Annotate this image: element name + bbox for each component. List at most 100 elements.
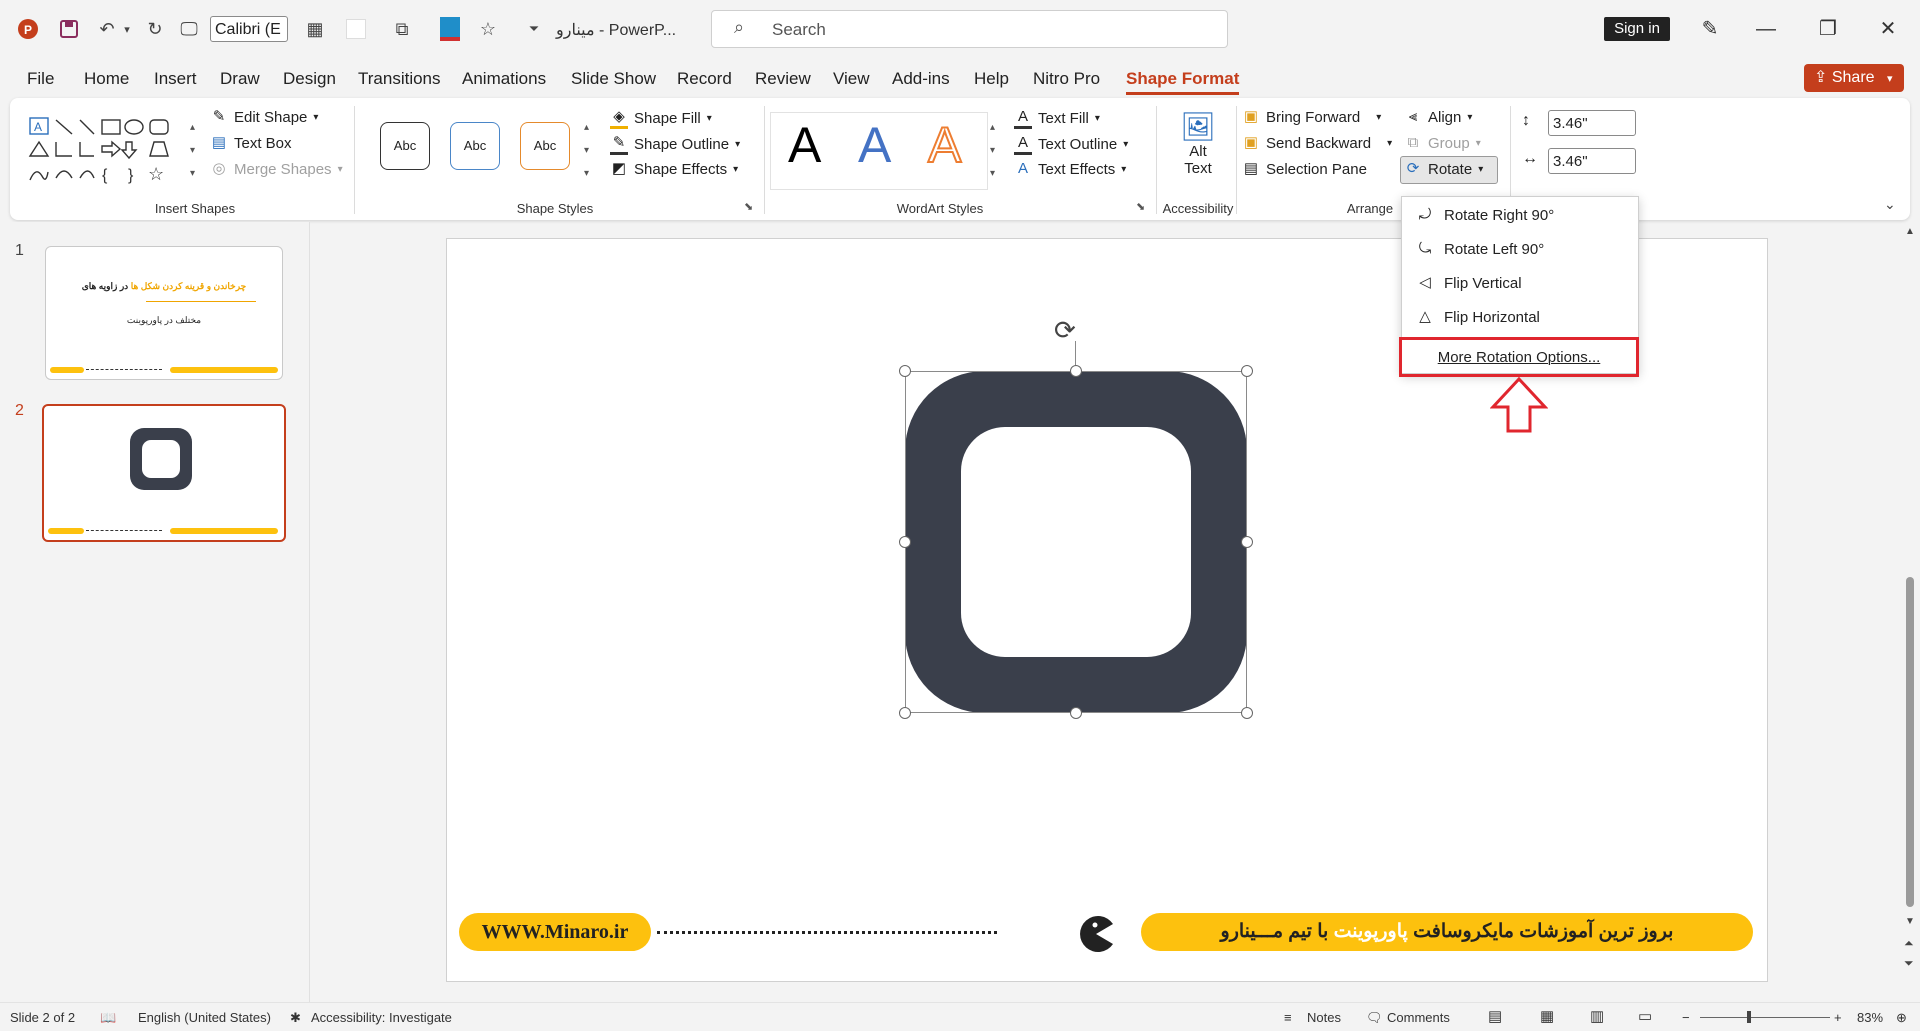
- merge-shapes-button[interactable]: ◎ Merge Shapes ▾: [210, 160, 342, 178]
- shapes-gallery[interactable]: A {} ☆: [28, 116, 188, 186]
- tab-help[interactable]: Help: [974, 69, 1009, 89]
- pen-icon[interactable]: ✎: [1690, 12, 1730, 46]
- shapes-icon[interactable]: ⧉: [388, 14, 416, 44]
- comments-icon[interactable]: 🗨: [1366, 1010, 1383, 1026]
- collapse-ribbon-icon[interactable]: ⌄: [1884, 196, 1896, 213]
- shape-style-2[interactable]: Abc: [450, 122, 500, 170]
- reading-view-icon[interactable]: ▥: [1590, 1007, 1604, 1025]
- normal-view-icon[interactable]: ▤: [1488, 1007, 1502, 1025]
- tab-draw[interactable]: Draw: [220, 69, 260, 89]
- tab-shape-format[interactable]: Shape Format: [1126, 69, 1240, 95]
- edit-shape-button[interactable]: ✎ Edit Shape ▾: [210, 108, 319, 126]
- tab-file[interactable]: File: [27, 69, 54, 89]
- zoom-slider-thumb[interactable]: [1747, 1011, 1751, 1023]
- shape-effects-button[interactable]: ◩ Shape Effects ▾: [610, 160, 738, 178]
- tab-nitro-pro[interactable]: Nitro Pro: [1033, 69, 1100, 89]
- shape-style-3[interactable]: Abc: [520, 122, 570, 170]
- close-icon[interactable]: ✕: [1868, 12, 1908, 46]
- fill-color-icon[interactable]: [434, 14, 466, 44]
- vertical-scrollbar[interactable]: ▲ ▼ ⏶ ⏷: [1900, 222, 1920, 1002]
- previous-slide-icon[interactable]: ⏶: [1904, 936, 1914, 951]
- menu-item-flip-vertical[interactable]: ◁ Flip Vertical: [1402, 267, 1638, 299]
- shape-outline-button[interactable]: ✎ Shape Outline ▾: [610, 134, 740, 155]
- shape-style-1[interactable]: Abc: [380, 122, 430, 170]
- resize-handle[interactable]: [899, 707, 911, 719]
- wordart-style-blue[interactable]: A: [858, 116, 891, 174]
- selection-pane-button[interactable]: ▤ Selection Pane: [1242, 160, 1367, 178]
- notes-icon[interactable]: ≡: [1284, 1010, 1292, 1025]
- rotation-handle-icon[interactable]: ⟳: [1054, 315, 1076, 346]
- rotate-button[interactable]: ⟳ Rotate ▾: [1404, 160, 1484, 178]
- menu-item-rotate-left[interactable]: ⤿ Rotate Left 90°: [1402, 233, 1638, 265]
- tab-transitions[interactable]: Transitions: [358, 69, 441, 89]
- resize-handle[interactable]: [1241, 707, 1253, 719]
- bring-forward-button[interactable]: ▣ Bring Forward ▾: [1242, 108, 1381, 126]
- resize-handle[interactable]: [1241, 365, 1253, 377]
- zoom-level[interactable]: 83%: [1857, 1010, 1883, 1025]
- shape-height-input[interactable]: 3.46": [1548, 110, 1636, 136]
- wordart-launcher-icon[interactable]: ⬊: [1136, 200, 1145, 213]
- resize-handle[interactable]: [1241, 536, 1253, 548]
- alt-text-button[interactable]: 🖼 Alt Text: [1166, 110, 1230, 177]
- tab-add-ins[interactable]: Add-ins: [892, 69, 950, 89]
- tab-animations[interactable]: Animations: [462, 69, 546, 89]
- present-icon[interactable]: 🖵: [174, 14, 204, 44]
- wordart-style-black[interactable]: A: [788, 116, 821, 174]
- save-icon[interactable]: [54, 14, 84, 44]
- slide-show-icon[interactable]: ▭: [1638, 1007, 1652, 1025]
- comments-button[interactable]: Comments: [1387, 1010, 1450, 1025]
- text-outline-button[interactable]: A Text Outline ▾: [1014, 134, 1128, 155]
- tab-insert[interactable]: Insert: [154, 69, 197, 89]
- undo-dropdown-icon[interactable]: ▾: [120, 14, 134, 44]
- align-button[interactable]: ⫷ Align ▾: [1404, 108, 1473, 126]
- tab-design[interactable]: Design: [283, 69, 336, 89]
- shape-fill-button[interactable]: ◈ Shape Fill ▾: [610, 108, 712, 129]
- menu-item-more-rotation-options[interactable]: More Rotation Options...: [1399, 337, 1639, 377]
- text-fill-button[interactable]: A Text Fill ▾: [1014, 108, 1100, 129]
- restore-icon[interactable]: ❐: [1808, 12, 1848, 46]
- group-button[interactable]: ⧉ Group ▾: [1404, 134, 1481, 152]
- language-status[interactable]: English (United States): [138, 1010, 271, 1025]
- menu-item-rotate-right[interactable]: ⤾ Rotate Right 90°: [1402, 199, 1638, 231]
- resize-handle[interactable]: [1070, 365, 1082, 377]
- spellcheck-icon[interactable]: 📖: [100, 1010, 116, 1026]
- notes-button[interactable]: Notes: [1307, 1010, 1341, 1025]
- text-effects-button[interactable]: A Text Effects ▾: [1014, 160, 1126, 178]
- scroll-down-icon[interactable]: ▼: [1905, 916, 1915, 927]
- tab-record[interactable]: Record: [677, 69, 732, 89]
- tab-review[interactable]: Review: [755, 69, 811, 89]
- zoom-out-icon[interactable]: −: [1682, 1010, 1690, 1025]
- text-box-button[interactable]: ▤ Text Box: [210, 134, 292, 152]
- tab-view[interactable]: View: [833, 69, 870, 89]
- accessibility-icon[interactable]: ✱: [290, 1010, 301, 1026]
- send-backward-button[interactable]: ▣ Send Backward ▾: [1242, 134, 1392, 152]
- wordart-style-orange-outline[interactable]: A: [927, 116, 962, 174]
- font-name-box[interactable]: Calibri (E: [210, 16, 288, 42]
- customize-toolbar-icon[interactable]: ⏷: [524, 14, 544, 44]
- slide-thumbnail-1[interactable]: چرخاندن و قرینه کردن شکل ها در زاویه های…: [45, 246, 283, 380]
- zoom-in-icon[interactable]: +: [1834, 1010, 1842, 1025]
- undo-icon[interactable]: ↶: [92, 14, 122, 44]
- minimize-icon[interactable]: —: [1746, 12, 1786, 46]
- shape-width-input[interactable]: 3.46": [1548, 148, 1636, 174]
- menu-item-flip-horizontal[interactable]: △ Flip Horizontal: [1402, 301, 1638, 333]
- scroll-thumb[interactable]: [1906, 577, 1914, 907]
- share-button[interactable]: ⇪ Share ▾: [1804, 64, 1904, 92]
- resize-handle[interactable]: [899, 536, 911, 548]
- effects-icon[interactable]: ☆: [474, 14, 502, 44]
- tab-slide-show[interactable]: Slide Show: [571, 69, 656, 89]
- scroll-up-icon[interactable]: ▲: [1905, 226, 1915, 237]
- color-swatch-icon[interactable]: [344, 14, 368, 44]
- next-slide-icon[interactable]: ⏷: [1904, 956, 1914, 971]
- shape-styles-launcher-icon[interactable]: ⬊: [744, 200, 753, 213]
- resize-handle[interactable]: [899, 365, 911, 377]
- wordart-scroll[interactable]: ▴ ▾ ▾: [990, 116, 995, 185]
- search-box[interactable]: ⌕ Search: [711, 10, 1228, 48]
- fit-to-window-icon[interactable]: ⊕: [1896, 1010, 1907, 1026]
- shape-styles-scroll[interactable]: ▴ ▾ ▾: [584, 116, 589, 185]
- redo-icon[interactable]: ↻: [140, 14, 170, 44]
- zoom-slider[interactable]: [1700, 1017, 1830, 1018]
- shapes-gallery-scroll[interactable]: ▴ ▾ ▾: [190, 116, 195, 185]
- tab-home[interactable]: Home: [84, 69, 129, 89]
- slide-thumbnail-2[interactable]: [42, 404, 286, 542]
